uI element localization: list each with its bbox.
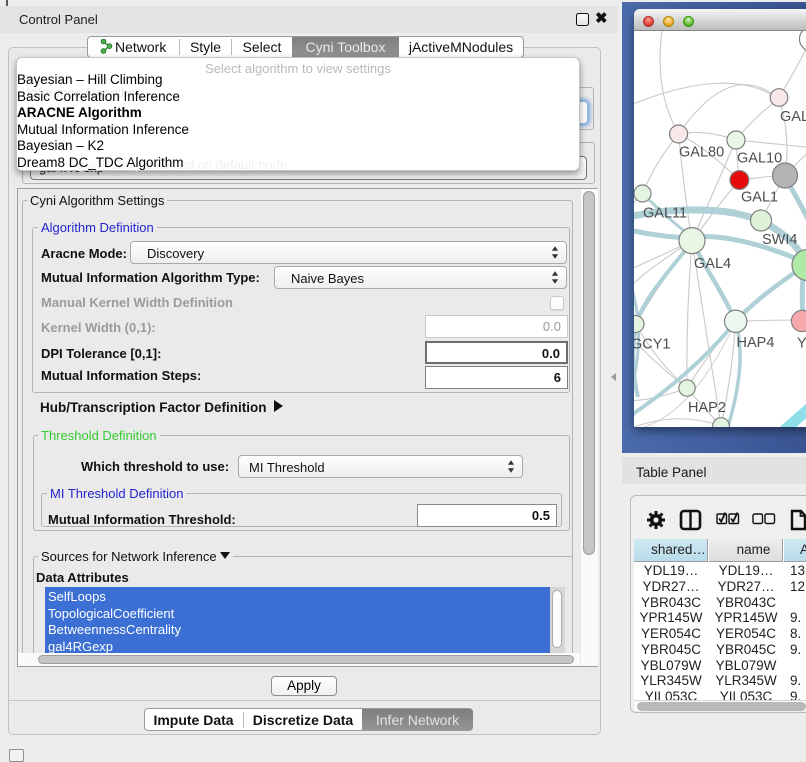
- svg-text:GAL11: GAL11: [643, 206, 687, 222]
- svg-text:HAP4: HAP4: [737, 335, 775, 351]
- svg-text:GAL1: GAL1: [741, 190, 778, 206]
- svg-text:GAL4: GAL4: [694, 256, 731, 272]
- svg-text:SWI4: SWI4: [762, 232, 797, 248]
- svg-text:GCY1: GCY1: [634, 337, 671, 353]
- svg-text:HAP2: HAP2: [688, 400, 726, 416]
- svg-text:GAL80: GAL80: [679, 145, 724, 161]
- svg-text:Y: Y: [797, 336, 806, 352]
- svg-text:GAL7: GAL7: [780, 109, 806, 125]
- svg-text:GAL10: GAL10: [737, 151, 782, 167]
